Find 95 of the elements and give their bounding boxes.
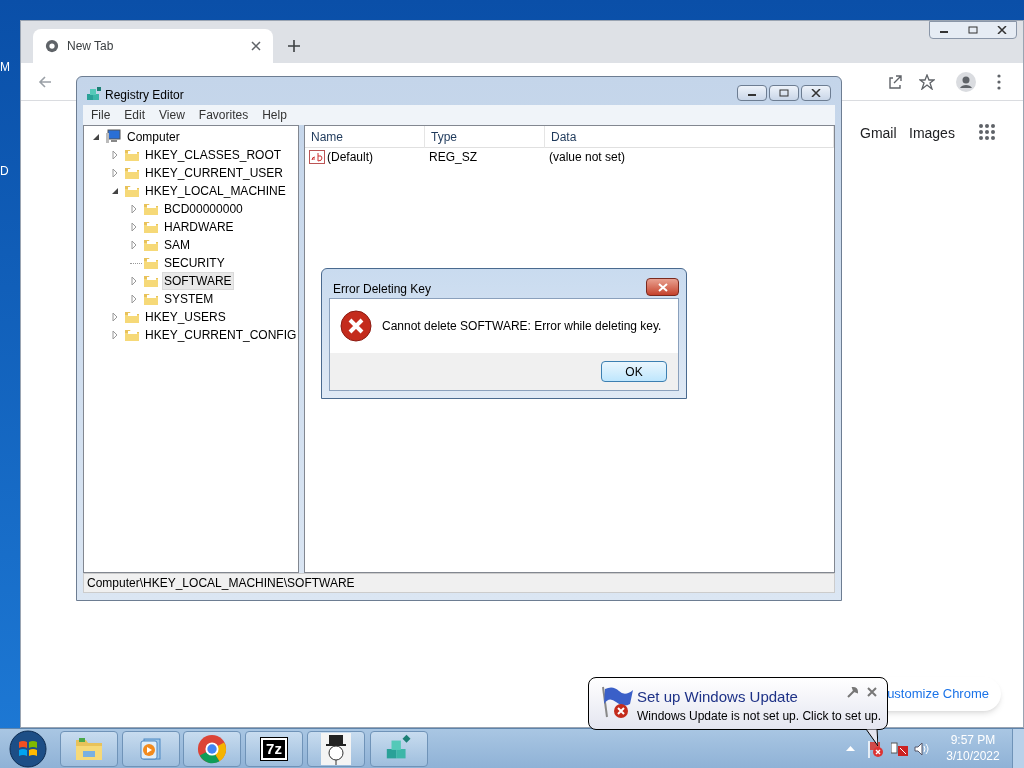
- folder-icon: [143, 219, 159, 235]
- notification-balloon[interactable]: Set up Windows Update Windows Update is not set up. Click to set up.: [588, 677, 888, 730]
- registry-icon: [86, 86, 102, 102]
- network-icon[interactable]: [891, 741, 909, 757]
- desktop-icon-label[interactable]: M: [0, 58, 10, 76]
- chrome-icon: [45, 39, 59, 53]
- close-icon: [657, 282, 668, 292]
- folder-icon: [143, 291, 159, 307]
- seven-zip-logo: 7z: [261, 738, 287, 760]
- computer-icon: [105, 129, 121, 145]
- header-link[interactable]: Gmail: [860, 123, 897, 144]
- menu-item[interactable]: Favorites: [198, 106, 249, 124]
- table-cell-text: (Default): [327, 149, 373, 166]
- folder-icon: [124, 309, 140, 325]
- folder-icon: [124, 183, 140, 199]
- menu-item[interactable]: Edit: [124, 106, 146, 124]
- expand-arrow-icon[interactable]: [111, 331, 119, 339]
- tab-title: New Tab: [67, 38, 115, 55]
- apps-icon[interactable]: [978, 123, 996, 141]
- window-title: Registry Editor: [105, 87, 184, 104]
- expand-arrow-icon[interactable]: [111, 313, 119, 321]
- maximize-icon: [779, 89, 789, 97]
- folder-icon: [75, 737, 103, 761]
- column-header[interactable]: Name: [305, 126, 425, 148]
- close-icon[interactable]: [996, 26, 1007, 34]
- string-value-icon: [309, 150, 325, 164]
- tree-item[interactable]: SAM: [162, 236, 192, 254]
- balloon-message: Windows Update is not set up. Click to set up.: [637, 708, 882, 725]
- balloon-pointer: [866, 729, 878, 746]
- tree-item[interactable]: SECURITY: [162, 254, 227, 272]
- wrench-icon[interactable]: [847, 687, 858, 698]
- desktop-icon-label[interactable]: D: [0, 162, 9, 180]
- back-icon[interactable]: [37, 74, 53, 90]
- close-icon: [811, 89, 821, 97]
- tree-item[interactable]: HKEY_LOCAL_MACHINE: [143, 182, 288, 200]
- error-icon: [340, 310, 372, 342]
- expand-arrow-icon[interactable]: [111, 151, 119, 159]
- menu-item[interactable]: Help: [262, 106, 287, 124]
- taskbar-button[interactable]: [307, 731, 365, 767]
- tree-item[interactable]: SYSTEM: [162, 290, 216, 308]
- error-message: Cannot delete SOFTWARE: Error while deleting key.: [382, 318, 662, 335]
- menu-icon[interactable]: [997, 74, 1001, 90]
- folder-icon: [124, 327, 140, 343]
- maximize-button[interactable]: [769, 85, 799, 101]
- close-button[interactable]: [646, 278, 679, 296]
- ok-button[interactable]: OK: [601, 361, 667, 382]
- table-cell-text: REG_SZ: [429, 149, 477, 166]
- expand-arrow-icon[interactable]: [130, 295, 138, 303]
- top-hat-figure-icon: [321, 733, 351, 765]
- column-header[interactable]: Data: [545, 126, 834, 148]
- tree-item[interactable]: HKEY_CURRENT_CONFIG: [143, 326, 298, 344]
- tree-item[interactable]: SOFTWARE: [162, 272, 234, 290]
- new-tab-icon[interactable]: [287, 39, 301, 53]
- balloon-title: Set up Windows Update: [637, 687, 798, 707]
- expand-arrow-icon[interactable]: [111, 169, 119, 177]
- menu-item[interactable]: View: [159, 106, 185, 124]
- tree-item[interactable]: Computer: [125, 128, 182, 146]
- expand-arrow-icon[interactable]: [130, 223, 138, 231]
- flag-error-icon: [599, 684, 635, 720]
- expand-arrow-icon[interactable]: [130, 277, 138, 285]
- maximize-icon[interactable]: [968, 26, 978, 34]
- collapse-arrow-icon[interactable]: [111, 187, 119, 195]
- close-button[interactable]: [801, 85, 831, 101]
- speaker-icon[interactable]: [914, 742, 930, 756]
- folder-icon: [124, 147, 140, 163]
- status-bar-path: Computer\HKEY_LOCAL_MACHINE\SOFTWARE: [87, 575, 355, 592]
- folder-icon: [143, 255, 159, 271]
- close-icon[interactable]: [251, 41, 261, 51]
- tree-item[interactable]: HKEY_CURRENT_USER: [143, 164, 286, 182]
- profile-icon[interactable]: [956, 72, 976, 92]
- tree-item[interactable]: BCD00000000: [162, 200, 245, 218]
- folder-icon: [143, 237, 159, 253]
- folder-icon: [143, 273, 159, 289]
- window-controls[interactable]: [929, 21, 1017, 39]
- tree-item[interactable]: HARDWARE: [162, 218, 236, 236]
- minimize-button[interactable]: [737, 85, 767, 101]
- collapse-arrow-icon[interactable]: [92, 133, 100, 141]
- header-link[interactable]: Images: [909, 123, 955, 144]
- browser-tab[interactable]: New Tab: [33, 29, 273, 63]
- menu-item[interactable]: File: [91, 106, 111, 124]
- dialog-title: Error Deleting Key: [333, 281, 432, 298]
- expand-arrow-icon[interactable]: [130, 205, 138, 213]
- tree-item[interactable]: HKEY_CLASSES_ROOT: [143, 146, 284, 164]
- start-button[interactable]: [9, 730, 47, 768]
- taskbar-button[interactable]: 7z: [245, 731, 303, 767]
- folder-icon: [143, 201, 159, 217]
- tree-item[interactable]: HKEY_USERS: [143, 308, 228, 326]
- table-cell-text: (value not set): [549, 149, 626, 166]
- star-icon[interactable]: [919, 74, 935, 90]
- media-player-icon: [139, 737, 163, 761]
- column-header[interactable]: Type: [425, 126, 545, 148]
- chrome-icon: [197, 734, 227, 764]
- expand-arrow-icon[interactable]: [130, 241, 138, 249]
- share-icon[interactable]: [887, 74, 903, 90]
- folder-icon: [124, 165, 140, 181]
